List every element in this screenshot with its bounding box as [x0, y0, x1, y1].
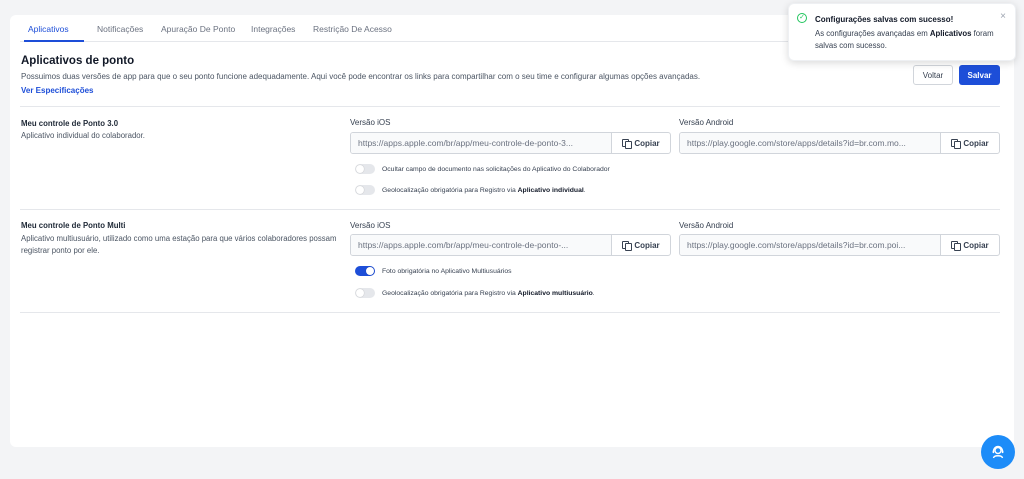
android-url-input[interactable]: https://play.google.com/store/apps/detai…	[680, 133, 941, 153]
copy-ios-button[interactable]: Copiar	[612, 235, 670, 255]
copy-icon	[951, 138, 961, 149]
app-description: Aplicativo multiusuário, utilizado como …	[21, 234, 337, 255]
page-description: Possuimos duas versões de app para que o…	[21, 72, 701, 81]
app-name: Meu controle de Ponto Multi	[21, 221, 126, 230]
copy-icon	[951, 240, 961, 251]
divider	[20, 106, 1000, 107]
divider	[20, 209, 1000, 210]
copy-label: Copiar	[634, 240, 660, 250]
copy-label: Copiar	[963, 138, 989, 148]
app-name: Meu controle de Ponto 3.0	[21, 119, 119, 128]
success-toast: ✓ Configurações salvas com sucesso! As c…	[788, 3, 1016, 61]
toggle-row: Ocultar campo de documento nas solicitaç…	[355, 164, 610, 174]
toggle-label: Geolocalização obrigatória para Registro…	[382, 186, 586, 194]
copy-icon	[622, 240, 632, 251]
page-title: Aplicativos de ponto	[21, 55, 135, 67]
foto-obrigatoria-toggle[interactable]	[355, 266, 375, 276]
close-icon[interactable]: ×	[1000, 11, 1006, 22]
ios-label: Versão iOS	[350, 118, 391, 127]
copy-android-button[interactable]: Copiar	[941, 133, 999, 153]
ios-url-input[interactable]: https://apps.apple.com/br/app/meu-contro…	[351, 235, 612, 255]
divider	[20, 312, 1000, 313]
toggle-label: Ocultar campo de documento nas solicitaç…	[382, 165, 610, 173]
android-url-field: https://play.google.com/store/apps/detai…	[679, 234, 1000, 256]
android-label: Versão Android	[679, 118, 734, 127]
toast-title: Configurações salvas com sucesso!	[815, 15, 954, 24]
tab-notificacoes[interactable]: Notificações	[97, 24, 143, 34]
copy-label: Copiar	[963, 240, 989, 250]
ios-url-field: https://apps.apple.com/br/app/meu-contro…	[350, 132, 671, 154]
copy-android-button[interactable]: Copiar	[941, 235, 999, 255]
ver-especificacoes-link[interactable]: Ver Especificações	[21, 86, 94, 95]
app-description: Aplicativo individual do colaborador.	[21, 131, 145, 140]
toast-message: As configurações avançadas em Aplicativo…	[815, 29, 994, 50]
toggle-row: Foto obrigatória no Aplicativo Multiusuá…	[355, 266, 512, 276]
tab-aplicativos[interactable]: Aplicativos	[28, 24, 69, 34]
ocultar-documento-toggle[interactable]	[355, 164, 375, 174]
support-agent-icon	[992, 445, 1004, 459]
voltar-button[interactable]: Voltar	[913, 65, 953, 85]
tab-integracoes[interactable]: Integrações	[251, 24, 295, 34]
toggle-label: Geolocalização obrigatória para Registro…	[382, 289, 595, 297]
android-url-input[interactable]: https://play.google.com/store/apps/detai…	[680, 235, 941, 255]
toggle-label: Foto obrigatória no Aplicativo Multiusuá…	[382, 267, 512, 275]
copy-icon	[622, 138, 632, 149]
active-tab-indicator	[24, 40, 84, 42]
ios-url-input[interactable]: https://apps.apple.com/br/app/meu-contro…	[351, 133, 612, 153]
copy-ios-button[interactable]: Copiar	[612, 133, 670, 153]
tab-apuracao-de-ponto[interactable]: Apuração De Ponto	[161, 24, 235, 34]
ios-label: Versão iOS	[350, 221, 391, 230]
geolocalizacao-individual-toggle[interactable]	[355, 185, 375, 195]
geolocalizacao-multiusuario-toggle[interactable]	[355, 288, 375, 298]
ios-url-field: https://apps.apple.com/br/app/meu-contro…	[350, 234, 671, 256]
check-circle-icon: ✓	[797, 13, 807, 23]
tab-restricao-de-acesso[interactable]: Restrição De Acesso	[313, 24, 392, 34]
help-button[interactable]	[981, 435, 1015, 469]
settings-card: Aplicativos Notificações Apuração De Pon…	[10, 15, 1014, 447]
android-label: Versão Android	[679, 221, 734, 230]
toggle-row: Geolocalização obrigatória para Registro…	[355, 185, 586, 195]
android-url-field: https://play.google.com/store/apps/detai…	[679, 132, 1000, 154]
copy-label: Copiar	[634, 138, 660, 148]
salvar-button[interactable]: Salvar	[959, 65, 1000, 85]
toggle-row: Geolocalização obrigatória para Registro…	[355, 288, 595, 298]
